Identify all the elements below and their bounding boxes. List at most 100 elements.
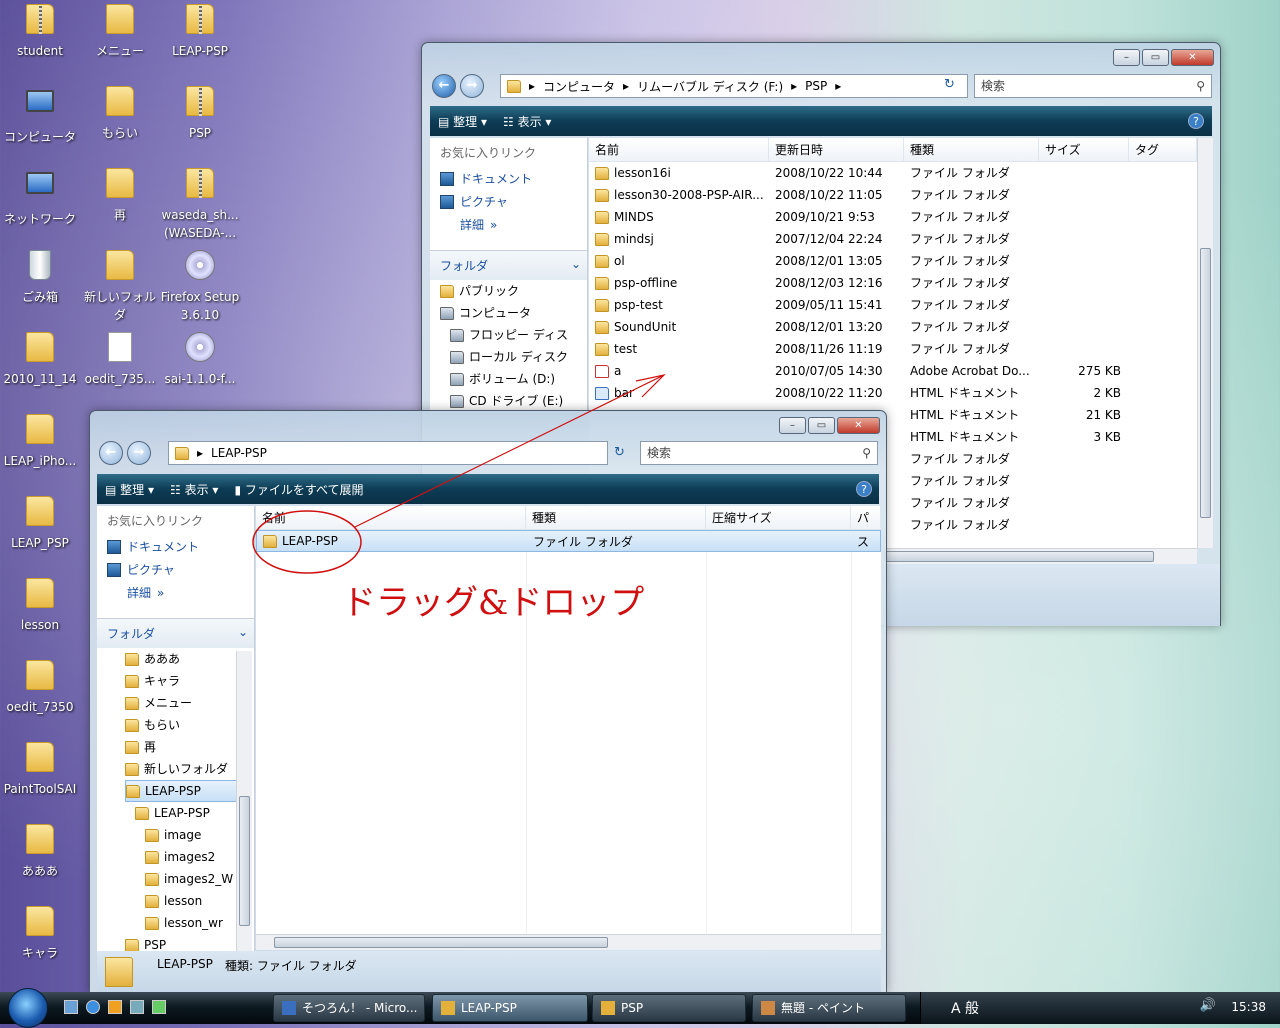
tree-scrollbar[interactable] [236, 651, 252, 951]
breadcrumb-item[interactable]: LEAP-PSP [211, 446, 267, 460]
desktop-icon[interactable]: キャラ [0, 906, 80, 962]
desktop-icon[interactable]: PSP [160, 86, 240, 142]
desktop-icon[interactable]: LEAP_PSP [0, 496, 80, 552]
table-row[interactable]: psp-test 2009/05/11 15:41 ファイル フォルダ [589, 294, 1197, 316]
more-links[interactable]: 詳細 » [430, 213, 587, 236]
tree-item[interactable]: メニュー [125, 692, 237, 714]
desktop-icon[interactable]: PaintToolSAI [0, 742, 80, 798]
folders-header[interactable]: フォルダ ⌄ [430, 250, 587, 280]
tree-item[interactable]: キャラ [125, 670, 237, 692]
tree-item[interactable]: images2_W [125, 868, 237, 890]
col-type[interactable]: 種類 [904, 138, 1039, 162]
fav-documents[interactable]: ドキュメント [97, 535, 254, 558]
clock[interactable]: 15:38 [1231, 1000, 1266, 1014]
table-row[interactable]: test 2008/11/26 11:19 ファイル フォルダ [589, 338, 1197, 360]
desktop-icon[interactable]: コンピュータ [0, 86, 80, 146]
col-date[interactable]: 更新日時 [769, 138, 904, 162]
tree-item[interactable]: もらい [125, 714, 237, 736]
list-item[interactable]: LEAP-PSP ファイル フォルダ [256, 530, 881, 552]
messenger-icon[interactable] [152, 1000, 166, 1014]
breadcrumb-item[interactable]: リムーバブル ディスク (F:) [637, 78, 783, 95]
taskbar-item[interactable]: PSP [592, 994, 746, 1022]
desktop-icon[interactable]: oedit_7350 [0, 660, 80, 716]
scroll-thumb[interactable] [274, 937, 608, 948]
show-desktop-icon[interactable] [64, 1000, 78, 1014]
breadcrumb-item[interactable]: PSP [805, 79, 827, 93]
col-name[interactable]: 名前 [589, 138, 769, 162]
desktop-icon[interactable]: LEAP-PSP [160, 4, 240, 60]
organize-button[interactable]: ▤ 整理 ▾ [105, 481, 154, 498]
tree-item[interactable]: image [125, 824, 237, 846]
col-type[interactable]: 種類 [526, 506, 706, 530]
back-button[interactable]: ← [432, 74, 456, 98]
tree-item[interactable]: コンピュータ [440, 302, 587, 324]
views-button[interactable]: ☷ 表示 ▾ [503, 113, 551, 130]
search-input[interactable]: 検索 ⚲ [974, 74, 1212, 98]
switch-windows-icon[interactable] [130, 1000, 144, 1014]
taskbar-item[interactable]: LEAP-PSP [432, 994, 588, 1022]
tree-item[interactable]: 再 [125, 736, 237, 758]
address-bar[interactable]: ▸ LEAP-PSP [168, 441, 608, 465]
extract-all-button[interactable]: ▮ ファイルをすべて展開 [234, 481, 363, 498]
help-icon[interactable]: ? [1188, 113, 1204, 129]
tree-item[interactable]: images2 [125, 846, 237, 868]
desktop-icon[interactable]: waseda_sh... (WASEDA-... [160, 168, 240, 242]
desktop-icon[interactable]: 2010_11_14 [0, 332, 80, 388]
taskbar-item[interactable]: 無題 - ペイント [752, 994, 906, 1022]
tree-item[interactable]: ローカル ディスク [440, 346, 587, 368]
col-path[interactable]: パス [851, 506, 881, 549]
organize-button[interactable]: ▤ 整理 ▾ [438, 113, 487, 130]
ie-icon[interactable] [86, 1000, 100, 1014]
forward-button[interactable]: → [460, 74, 484, 98]
table-row[interactable]: a 2010/07/05 14:30 Adobe Acrobat Do... 275 … [589, 360, 1197, 382]
back-button[interactable]: ← [99, 441, 123, 465]
more-links[interactable]: 詳細 » [97, 581, 254, 604]
horizontal-scrollbar[interactable] [884, 548, 1197, 564]
tree-item[interactable]: パブリック [440, 280, 587, 302]
tree-item[interactable]: 新しいフォルダ [125, 758, 237, 780]
ime-icon[interactable]: A 般 [951, 998, 979, 1018]
tree-item[interactable]: フロッピー ディス [440, 324, 587, 346]
desktop-icon[interactable]: LEAP_iPho... [0, 414, 80, 470]
maximize-button[interactable]: ▭ [808, 417, 835, 434]
tree-item[interactable]: lesson [125, 890, 237, 912]
search-input[interactable]: 検索 ⚲ [640, 441, 878, 465]
tree-item[interactable]: ボリューム (D:) [440, 368, 587, 390]
refresh-button[interactable]: ↻ [614, 445, 625, 460]
col-compressed-size[interactable]: 圧縮サイズ [706, 506, 851, 530]
table-row[interactable]: ol 2008/12/01 13:05 ファイル フォルダ [589, 250, 1197, 272]
close-button[interactable]: ✕ [837, 417, 880, 434]
address-bar[interactable]: ▸ コンピュータ ▸ リムーバブル ディスク (F:) ▸ PSP ▸ [500, 74, 968, 98]
breadcrumb-item[interactable]: コンピュータ [543, 78, 615, 95]
horizontal-scrollbar[interactable] [256, 934, 881, 950]
maximize-button[interactable]: ▭ [1142, 49, 1169, 66]
tree-item[interactable]: LEAP-PSP [125, 780, 237, 802]
tree-item[interactable]: LEAP-PSP [125, 802, 237, 824]
minimize-button[interactable]: – [1113, 49, 1140, 66]
folders-header[interactable]: フォルダ ⌄ [97, 618, 254, 648]
tree-item[interactable]: PSP [125, 934, 237, 951]
start-button[interactable] [8, 988, 48, 1028]
desktop-icon[interactable]: ごみ箱 [0, 250, 80, 306]
desktop-icon[interactable]: student [0, 4, 80, 60]
table-row[interactable]: lesson16i 2008/10/22 10:44 ファイル フォルダ [589, 162, 1197, 184]
close-button[interactable]: ✕ [1171, 49, 1214, 66]
tree-item[interactable]: lesson_wr [125, 912, 237, 934]
desktop-icon[interactable]: lesson [0, 578, 80, 634]
table-row[interactable]: MINDS 2009/10/21 9:53 ファイル フォルダ [589, 206, 1197, 228]
media-player-icon[interactable] [108, 1000, 122, 1014]
tree-item[interactable]: CD ドライブ (E:) [440, 390, 587, 412]
table-row[interactable]: psp-offline 2008/12/03 12:16 ファイル フォルダ [589, 272, 1197, 294]
taskbar-item[interactable]: そつろん！ - Micro... [273, 994, 425, 1022]
scroll-thumb[interactable] [884, 551, 1154, 562]
fav-pictures[interactable]: ピクチャ [430, 190, 587, 213]
desktop-icon[interactable]: ネットワーク [0, 168, 80, 228]
fav-pictures[interactable]: ピクチャ [97, 558, 254, 581]
fav-documents[interactable]: ドキュメント [430, 167, 587, 190]
col-size[interactable]: サイズ [1039, 138, 1129, 162]
desktop-icon[interactable]: もらい [80, 86, 160, 142]
desktop-icon[interactable]: sai-1.1.0-f... [160, 332, 240, 388]
views-button[interactable]: ☷ 表示 ▾ [170, 481, 218, 498]
vertical-scrollbar[interactable] [1197, 138, 1213, 548]
forward-button[interactable]: → [127, 441, 151, 465]
